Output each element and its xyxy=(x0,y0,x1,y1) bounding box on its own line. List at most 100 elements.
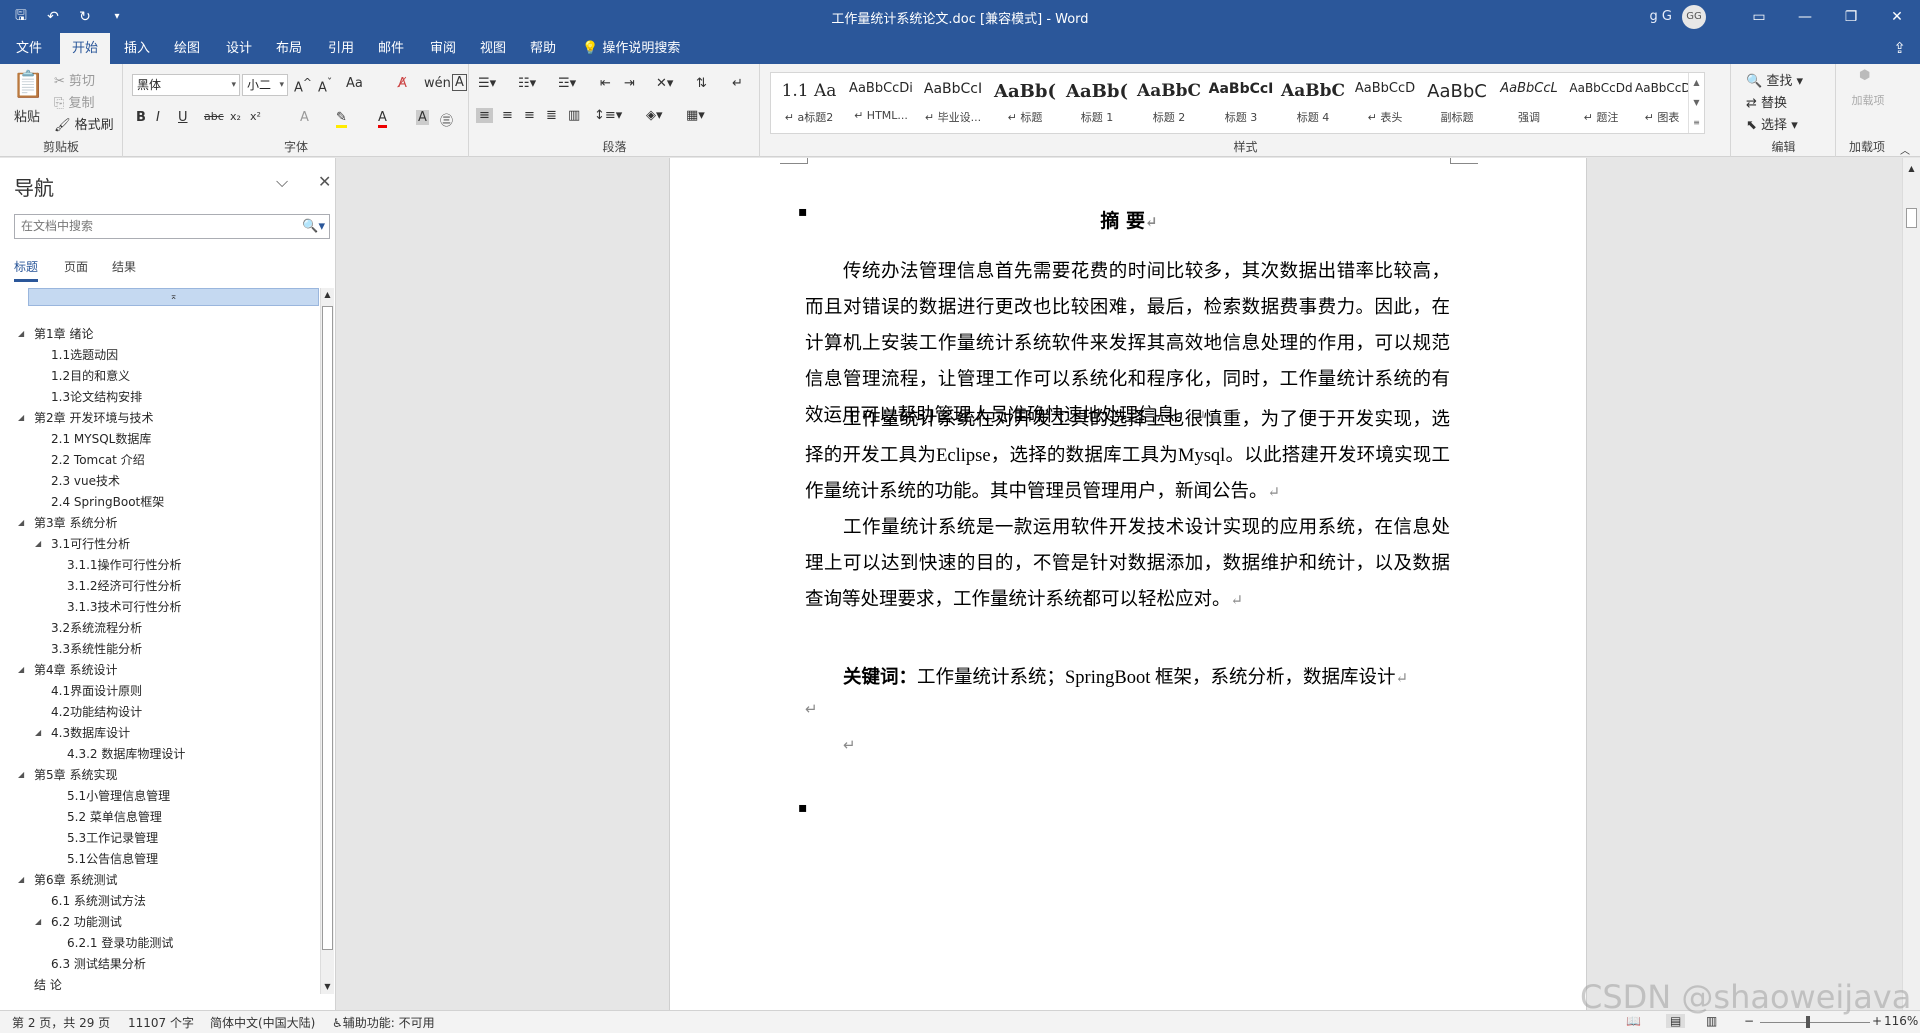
tab-results[interactable]: 结果 xyxy=(112,258,136,275)
tab-draw[interactable]: 绘图 xyxy=(162,33,212,64)
copy-button[interactable]: ⎘ 复制 xyxy=(54,92,95,111)
page-count[interactable]: 第 2 页，共 29 页 xyxy=(12,1014,110,1031)
nav-search-input[interactable]: 在文档中搜索 🔍▾ xyxy=(14,214,330,239)
tab-headings[interactable]: 标题 xyxy=(14,258,39,282)
borders-icon[interactable]: ▦▾ xyxy=(686,108,705,123)
style-item[interactable]: AaBbCcDd ↵ 题注 xyxy=(1565,73,1637,133)
scroll-up-icon[interactable]: ▲ xyxy=(321,288,334,302)
font-name-combo[interactable]: 黑体 ▾ xyxy=(132,74,240,96)
style-item[interactable]: AaBbC 标题 4 xyxy=(1277,73,1349,133)
align-left-icon[interactable]: ≡ xyxy=(476,108,493,123)
nav-heading-item[interactable]: 3.1.2经济可行性分析 xyxy=(67,576,182,596)
phonetic-guide-icon[interactable]: wén xyxy=(424,76,451,91)
tab-mailings[interactable]: 邮件 xyxy=(366,33,416,64)
style-item[interactable]: AaBb(标题 1 xyxy=(1061,73,1133,133)
document-scroll-thumb[interactable] xyxy=(1906,208,1917,228)
expand-triangle-icon[interactable]: ◢ xyxy=(18,660,24,680)
nav-heading-item[interactable]: 6.1 系统测试方法 xyxy=(51,891,146,911)
bullets-icon[interactable]: ☰▾ xyxy=(478,76,496,91)
char-shading-icon[interactable]: A xyxy=(416,110,429,125)
gallery-scroll[interactable]: ▲ ▼ ≡ xyxy=(1688,73,1704,133)
paste-icon[interactable]: 📋 xyxy=(12,70,44,100)
nav-heading-item[interactable]: 4.1界面设计原则 xyxy=(51,681,142,701)
print-layout-icon[interactable]: ▤ xyxy=(1666,1014,1686,1028)
nav-heading-item[interactable]: ◢ 第2章 开发环境与技术 xyxy=(18,408,153,428)
tab-file[interactable]: 文件 xyxy=(4,33,54,64)
underline-icon[interactable]: U xyxy=(178,110,188,125)
nav-heading-item[interactable]: ◢ 第5章 系统实现 xyxy=(18,765,117,785)
collapse-ribbon-icon[interactable]: ︿ xyxy=(1900,142,1910,157)
font-size-combo[interactable]: 小二 ▾ xyxy=(242,74,288,96)
style-item[interactable]: 1.1 Aa ↵ a标题2 xyxy=(773,73,845,133)
nav-heading-item[interactable]: 2.1 MYSQL数据库 xyxy=(51,429,151,449)
align-right-icon[interactable]: ≡ xyxy=(524,108,535,123)
search-icon[interactable]: 🔍▾ xyxy=(302,215,325,238)
nav-heading-item[interactable]: ◢ 3.1可行性分析 xyxy=(35,534,130,554)
minimize-icon[interactable]: — xyxy=(1782,0,1828,33)
style-item[interactable]: AaBb(↵ 标题 xyxy=(989,73,1061,133)
web-layout-icon[interactable]: ▥ xyxy=(1706,1014,1717,1028)
accessibility-status[interactable]: ♿辅助功能: 不可用 xyxy=(332,1014,435,1031)
numbering-icon[interactable]: ☷▾ xyxy=(518,76,536,91)
expand-triangle-icon[interactable]: ◢ xyxy=(18,765,24,785)
enclose-char-icon[interactable]: ㊂ xyxy=(440,110,453,129)
align-center-icon[interactable]: ≡ xyxy=(502,108,513,123)
nav-heading-item[interactable]: ◢ 4.3数据库设计 xyxy=(35,723,130,743)
document-page[interactable]: ▪ 摘 要↵ 传统办法管理信息首先需要花费的时间比较多，其次数据出错率比较高，而… xyxy=(669,158,1587,1010)
addins-button[interactable]: 加载项 xyxy=(1851,92,1885,108)
tab-design[interactable]: 设计 xyxy=(214,33,264,64)
close-icon[interactable]: ✕ xyxy=(1874,0,1920,33)
language-indicator[interactable]: 简体中文(中国大陆) xyxy=(210,1014,315,1031)
tab-view[interactable]: 视图 xyxy=(468,33,518,64)
find-button[interactable]: 🔍 查找 ▾ xyxy=(1746,70,1803,89)
user-name[interactable]: g G xyxy=(1650,9,1672,24)
nav-heading-item[interactable]: 5.1公告信息管理 xyxy=(67,849,158,869)
nav-heading-item[interactable]: 3.3系统性能分析 xyxy=(51,639,142,659)
tab-pages[interactable]: 页面 xyxy=(64,258,88,275)
expand-triangle-icon[interactable]: ◢ xyxy=(18,870,24,890)
nav-heading-item[interactable]: 结 论 xyxy=(34,975,62,995)
distributed-icon[interactable]: ▥ xyxy=(568,108,580,123)
nav-heading-item[interactable]: 3.2系统流程分析 xyxy=(51,618,142,638)
nav-heading-item[interactable]: 6.2.1 登录功能测试 xyxy=(67,933,173,953)
subscript-icon[interactable]: x₂ xyxy=(230,110,241,123)
save-icon[interactable]: 🖫 xyxy=(8,5,34,29)
abstract-heading[interactable]: 摘 要↵ xyxy=(670,206,1588,233)
zoom-out-icon[interactable]: − xyxy=(1744,1014,1754,1028)
nav-heading-item[interactable]: 5.1小管理信息管理 xyxy=(67,786,170,806)
replace-button[interactable]: ⇄ 替换 xyxy=(1746,92,1787,111)
nav-heading-item[interactable]: 6.3 测试结果分析 xyxy=(51,954,146,974)
close-icon[interactable]: ✕ xyxy=(318,172,331,191)
expand-triangle-icon[interactable]: ◢ xyxy=(18,324,24,344)
tab-home[interactable]: 开始 xyxy=(60,33,111,64)
style-item[interactable]: AaBbCcI 标题 3 xyxy=(1205,73,1277,133)
abstract-paragraph[interactable]: 工作量统计系统是一款运用软件开发技术设计实现的应用系统，在信息处理上可以达到快速… xyxy=(805,510,1450,619)
shrink-font-icon[interactable]: Aˇ xyxy=(318,76,332,95)
undo-icon[interactable]: ↶ xyxy=(40,9,66,25)
style-item[interactable]: AaBbC 标题 2 xyxy=(1133,73,1205,133)
tab-help[interactable]: 帮助 xyxy=(518,33,568,64)
read-mode-icon[interactable]: 📖 xyxy=(1626,1014,1641,1028)
char-border-icon[interactable]: A xyxy=(452,74,467,91)
chevron-up-icon[interactable]: ▲ xyxy=(1689,73,1704,93)
increase-indent-icon[interactable]: ⇥ xyxy=(624,76,635,91)
tab-review[interactable]: 审阅 xyxy=(418,33,468,64)
expand-triangle-icon[interactable]: ◢ xyxy=(35,534,41,554)
cut-button[interactable]: ✂ 剪切 xyxy=(54,70,95,89)
addin-icon[interactable]: ⬢ xyxy=(1859,68,1870,83)
style-item[interactable]: AaBbCcD ↵ 图表 xyxy=(1635,73,1689,133)
style-item[interactable]: AaBbC 副标题 xyxy=(1421,73,1493,133)
style-item[interactable]: AaBbCcD ↵ 表头 xyxy=(1349,73,1421,133)
nav-scroll-thumb[interactable] xyxy=(322,306,333,950)
nav-heading-item[interactable]: ◢ 第4章 系统设计 xyxy=(18,660,117,680)
ribbon-display-icon[interactable]: ▭ xyxy=(1736,0,1782,33)
tab-insert[interactable]: 插入 xyxy=(112,33,162,64)
tab-references[interactable]: 引用 xyxy=(316,33,366,64)
nav-heading-item[interactable]: 3.1.1操作可行性分析 xyxy=(67,555,182,575)
expand-triangle-icon[interactable]: ◢ xyxy=(35,912,41,932)
line-spacing-icon[interactable]: ↕≡▾ xyxy=(594,108,622,123)
show-marks-icon[interactable]: ↵ xyxy=(732,76,743,91)
justify-icon[interactable]: ≣ xyxy=(546,108,557,123)
more-icon[interactable]: ≡ xyxy=(1689,113,1704,133)
collapse-all-button[interactable]: ⌅ xyxy=(28,288,319,306)
